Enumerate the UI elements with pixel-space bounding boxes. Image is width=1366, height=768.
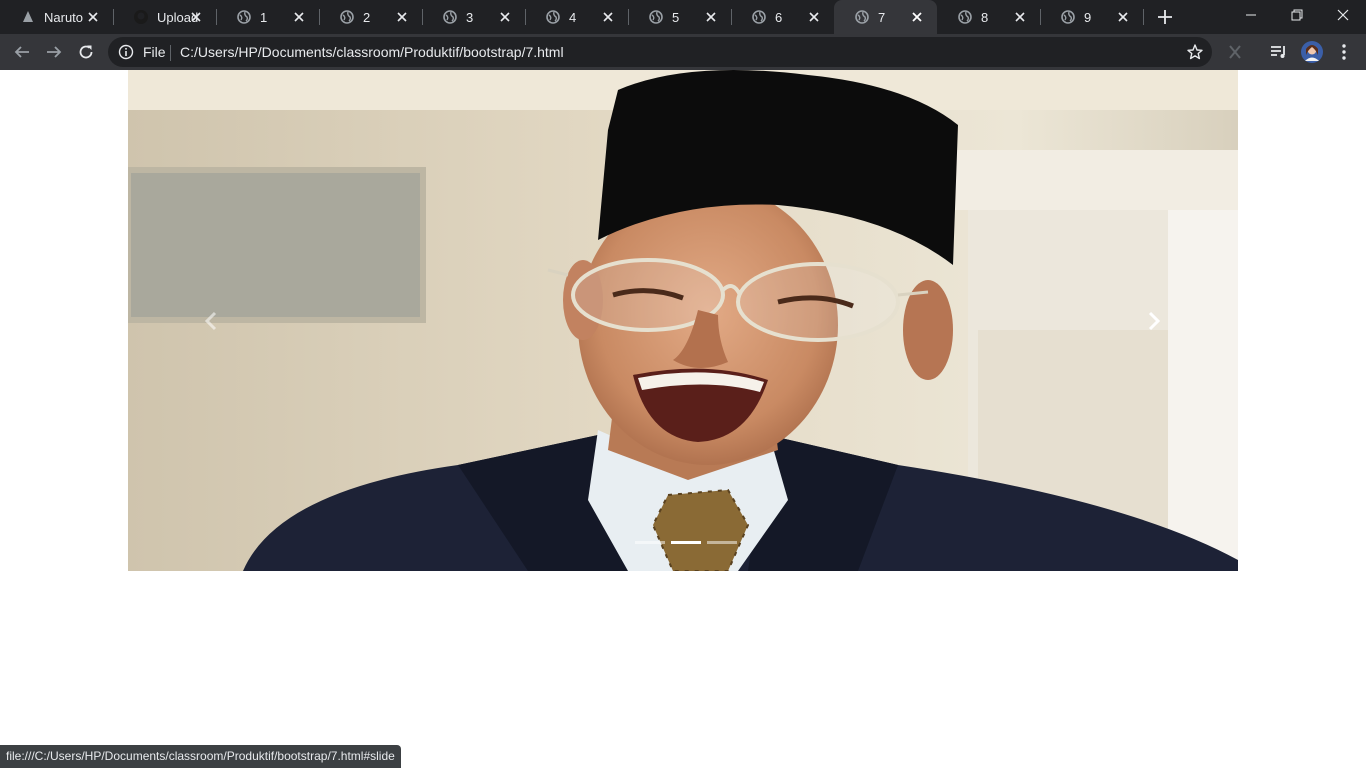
globe-icon: [751, 9, 767, 25]
menu-button[interactable]: [1334, 42, 1354, 62]
status-bubble: file:///C:/Users/HP/Documents/classroom/…: [0, 745, 401, 768]
tab-3[interactable]: 3: [422, 0, 525, 34]
info-icon[interactable]: [118, 44, 134, 60]
back-button[interactable]: [8, 38, 36, 66]
globe-icon: [648, 9, 664, 25]
carousel-indicators: [632, 541, 740, 544]
close-tab-icon[interactable]: [909, 9, 925, 25]
tab-upload[interactable]: Upload: [113, 0, 216, 34]
tab-8[interactable]: 8: [937, 0, 1040, 34]
tab-title: Naruto: [44, 9, 84, 25]
close-tab-icon[interactable]: [1012, 9, 1028, 25]
tab-1[interactable]: 1: [216, 0, 319, 34]
carousel-next-button[interactable]: [1140, 306, 1168, 336]
github-icon: [133, 9, 149, 25]
close-tab-icon[interactable]: [85, 9, 101, 25]
globe-icon: [442, 9, 458, 25]
close-tab-icon[interactable]: [703, 9, 719, 25]
close-tab-icon[interactable]: [291, 9, 307, 25]
tab-2[interactable]: 2: [319, 0, 422, 34]
close-window-button[interactable]: [1320, 0, 1366, 30]
extension-button[interactable]: [1225, 42, 1245, 62]
globe-icon: [1060, 9, 1076, 25]
close-tab-icon[interactable]: [1115, 9, 1131, 25]
restore-button[interactable]: [1274, 0, 1320, 30]
minimize-button[interactable]: [1228, 0, 1274, 30]
tab-7-active[interactable]: 7: [834, 0, 937, 34]
tab-5[interactable]: 5: [628, 0, 731, 34]
address-bar[interactable]: File C:/Users/HP/Documents/classroom/Pro…: [108, 37, 1212, 67]
extension-x-icon: [1229, 45, 1241, 59]
playlist-icon: [1271, 46, 1285, 58]
document-icon: [20, 9, 36, 25]
forward-arrow-icon: [47, 46, 62, 58]
slide-photo: [128, 70, 1238, 571]
forward-button[interactable]: [40, 38, 68, 66]
tab-9[interactable]: 9: [1040, 0, 1143, 34]
close-tab-icon[interactable]: [497, 9, 513, 25]
globe-icon: [545, 9, 561, 25]
profile-avatar[interactable]: [1301, 41, 1323, 63]
plus-icon: [1158, 10, 1172, 24]
tab-4[interactable]: 4: [525, 0, 628, 34]
chevron-right-icon: [1148, 311, 1161, 331]
close-tab-icon[interactable]: [394, 9, 410, 25]
globe-icon: [957, 9, 973, 25]
back-arrow-icon: [14, 46, 29, 58]
reload-icon: [79, 45, 93, 59]
tab-6[interactable]: 6: [731, 0, 834, 34]
address-divider: [170, 45, 171, 61]
chevron-left-icon: [204, 311, 217, 331]
close-icon: [1337, 9, 1349, 21]
file-scheme-label: File: [143, 44, 166, 60]
close-tab-icon[interactable]: [806, 9, 822, 25]
address-url[interactable]: C:/Users/HP/Documents/classroom/Produkti…: [180, 44, 564, 60]
carousel-indicator[interactable]: [707, 541, 737, 544]
carousel-indicator-active[interactable]: [671, 541, 701, 544]
media-controls-button[interactable]: [1269, 42, 1289, 62]
tab-strip: Naruto Upload 1 2 3 4 5 6 7 8 9: [0, 0, 1366, 34]
globe-icon: [854, 9, 870, 25]
bookmark-star-icon[interactable]: [1186, 43, 1204, 61]
avatar-icon: [1301, 41, 1323, 63]
image-carousel: [128, 70, 1238, 571]
close-tab-icon[interactable]: [188, 9, 204, 25]
minimize-icon: [1246, 14, 1256, 16]
carousel-prev-button[interactable]: [197, 306, 225, 336]
tab-separator: [1143, 9, 1144, 25]
restore-icon: [1291, 9, 1303, 21]
reload-button[interactable]: [72, 38, 100, 66]
carousel-indicator[interactable]: [635, 541, 665, 544]
more-vert-icon: [1342, 44, 1346, 60]
globe-icon: [236, 9, 252, 25]
globe-icon: [339, 9, 355, 25]
close-tab-icon[interactable]: [600, 9, 616, 25]
browser-toolbar: File C:/Users/HP/Documents/classroom/Pro…: [0, 34, 1366, 70]
new-tab-button[interactable]: [1155, 7, 1175, 27]
tab-naruto[interactable]: Naruto: [0, 0, 113, 34]
